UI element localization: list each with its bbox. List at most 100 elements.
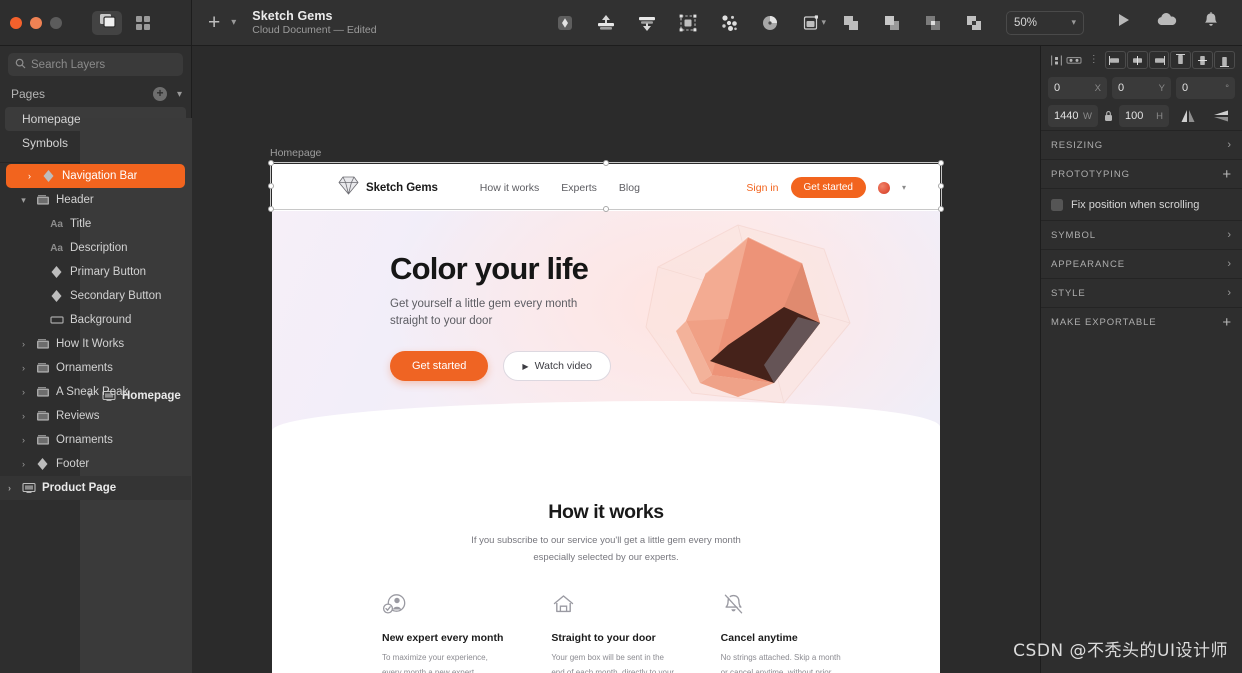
chevron-right-icon[interactable]: › [18,459,29,469]
y-position-field[interactable]: 0 Y [1112,77,1171,99]
canvas-view-button[interactable] [92,10,122,35]
section-appearance[interactable]: APPEARANCE › [1041,249,1242,278]
x-position-unit: X [1094,82,1101,94]
lock-proportions-icon[interactable] [1103,105,1114,127]
more-options-icon[interactable]: ⋮ [1084,55,1104,65]
layer-row[interactable]: › Ornaments [0,356,191,380]
feature-card[interactable]: Cancel anytime No strings attached. Skip… [721,592,844,673]
plus-icon[interactable]: + [1222,315,1232,330]
insert-button[interactable]: + [204,12,224,33]
plus-icon[interactable]: + [1222,167,1232,182]
feature-card[interactable]: New expert every month To maximize your … [382,592,505,673]
section-prototyping[interactable]: PROTOTYPING + [1041,159,1242,188]
distribute-horizontally-button[interactable] [1048,52,1065,69]
scatter-icon[interactable] [708,8,749,38]
layer-row[interactable]: › Reviews [0,404,191,428]
align-bottom-button[interactable] [1214,51,1236,69]
feature-card[interactable]: Straight to your door Your gem box will … [551,592,674,673]
align-center-button[interactable] [1126,51,1148,69]
chevron-right-icon[interactable]: › [18,339,29,349]
insert-chevron-down-icon[interactable]: ▾ [231,17,236,28]
section-resizing[interactable]: RESIZING › [1041,130,1242,159]
fix-position-row[interactable]: Fix position when scrolling [1041,188,1242,220]
how-it-works-subtitle[interactable]: If you subscribe to our service you'll g… [272,533,940,566]
flip-vertical-button[interactable] [1207,105,1235,127]
chevron-right-icon[interactable]: › [24,171,35,181]
chevron-right-icon[interactable]: › [18,387,29,397]
how-it-works-subtitle-line2: especially selected by our experts. [533,551,679,563]
layer-row[interactable]: Primary Button [0,260,191,284]
language-chevron-down-icon[interactable]: ▾ [902,183,906,192]
chevron-right-icon[interactable]: › [18,411,29,421]
design-navigation-bar[interactable]: Sketch Gems How it works Experts Blog Si… [272,164,940,211]
position-fields: 0 X 0 Y 0 ° [1041,74,1242,102]
height-field[interactable]: 100 H [1119,105,1169,127]
rotation-field[interactable]: 0 ° [1176,77,1235,99]
hero-title[interactable]: Color your life [390,252,611,286]
layer-row[interactable]: › A Sneak Peak [0,380,191,404]
pages-chevron-down-icon[interactable]: ▾ [177,89,182,100]
intersect-icon[interactable] [912,8,953,38]
chevron-right-icon[interactable]: › [18,363,29,373]
flip-horizontal-button[interactable] [1174,105,1202,127]
add-page-button[interactable]: + [152,87,167,101]
canvas[interactable]: Homepage Sketch Gems How it works Expert… [192,46,1040,673]
close-button[interactable] [10,16,22,29]
nav-link-how-it-works[interactable]: How it works [480,182,540,194]
chevron-right-icon[interactable]: › [18,435,29,445]
zoom-button[interactable] [50,16,62,29]
layer-row[interactable]: › Navigation Bar [6,164,185,188]
fix-position-checkbox[interactable] [1051,198,1063,211]
layer-row[interactable]: Secondary Button [0,284,191,308]
minimize-button[interactable] [30,16,42,29]
align-top-icon[interactable] [585,8,626,38]
section-make-exportable[interactable]: MAKE EXPORTABLE + [1041,307,1242,336]
width-field[interactable]: 1440 W [1048,105,1098,127]
sign-in-link[interactable]: Sign in [746,182,778,194]
x-position-field[interactable]: 0 X [1048,77,1107,99]
hero-secondary-button[interactable]: ▶ Watch video [503,351,611,382]
preview-button[interactable] [1102,8,1144,38]
align-top-button[interactable] [1170,51,1192,69]
layer-row[interactable]: Background [0,308,191,332]
layer-row[interactable]: › Footer [0,452,191,476]
layer-row[interactable]: ▾ Header [0,188,191,212]
create-symbol-chevron-down-icon[interactable]: ▾ [821,17,826,28]
artboard-homepage[interactable]: Sketch Gems How it works Experts Blog Si… [272,164,940,673]
difference-icon[interactable] [953,8,994,38]
chevron-down-icon[interactable]: ▾ [18,195,29,206]
hero-secondary-button-label: Watch video [534,360,592,373]
section-symbol[interactable]: SYMBOL › [1041,220,1242,249]
hero-primary-button[interactable]: Get started [390,351,489,382]
artboard-name-label[interactable]: Homepage [270,147,321,159]
cloud-button[interactable] [1146,8,1188,38]
align-right-button[interactable] [1148,51,1170,69]
search-input[interactable]: Search Layers [8,53,183,76]
align-left-button[interactable] [1104,51,1126,69]
align-middle-button[interactable] [1192,51,1214,69]
section-style[interactable]: STYLE › [1041,278,1242,307]
layer-row[interactable]: Aa Title [0,212,191,236]
layer-row[interactable]: › Product Page [0,476,191,500]
layer-row[interactable]: Aa Description [0,236,191,260]
how-it-works-title[interactable]: How it works [272,501,940,524]
mask-icon[interactable] [544,8,585,38]
language-flag-icon[interactable] [877,181,890,194]
pages-header: Pages + ▾ [0,81,191,107]
hero-subtitle[interactable]: Get yourself a little gem every month st… [390,296,611,332]
subtract-icon[interactable] [871,8,912,38]
zoom-level-dropdown[interactable]: 50% ▾ [1006,10,1084,35]
rotate-copies-icon[interactable] [749,8,790,38]
nav-link-experts[interactable]: Experts [561,182,597,194]
union-icon[interactable] [830,8,871,38]
get-started-button[interactable]: Get started [790,177,866,198]
layer-row[interactable]: › Ornaments [0,428,191,452]
align-bottom-icon[interactable] [626,8,667,38]
grid-view-button[interactable] [128,11,158,35]
distribute-vertically-button[interactable] [1066,52,1083,69]
group-icon[interactable] [667,8,708,38]
layer-row[interactable]: › How It Works [0,332,191,356]
chevron-right-icon[interactable]: › [4,483,15,493]
nav-link-blog[interactable]: Blog [619,182,640,194]
notifications-button[interactable] [1190,8,1232,38]
